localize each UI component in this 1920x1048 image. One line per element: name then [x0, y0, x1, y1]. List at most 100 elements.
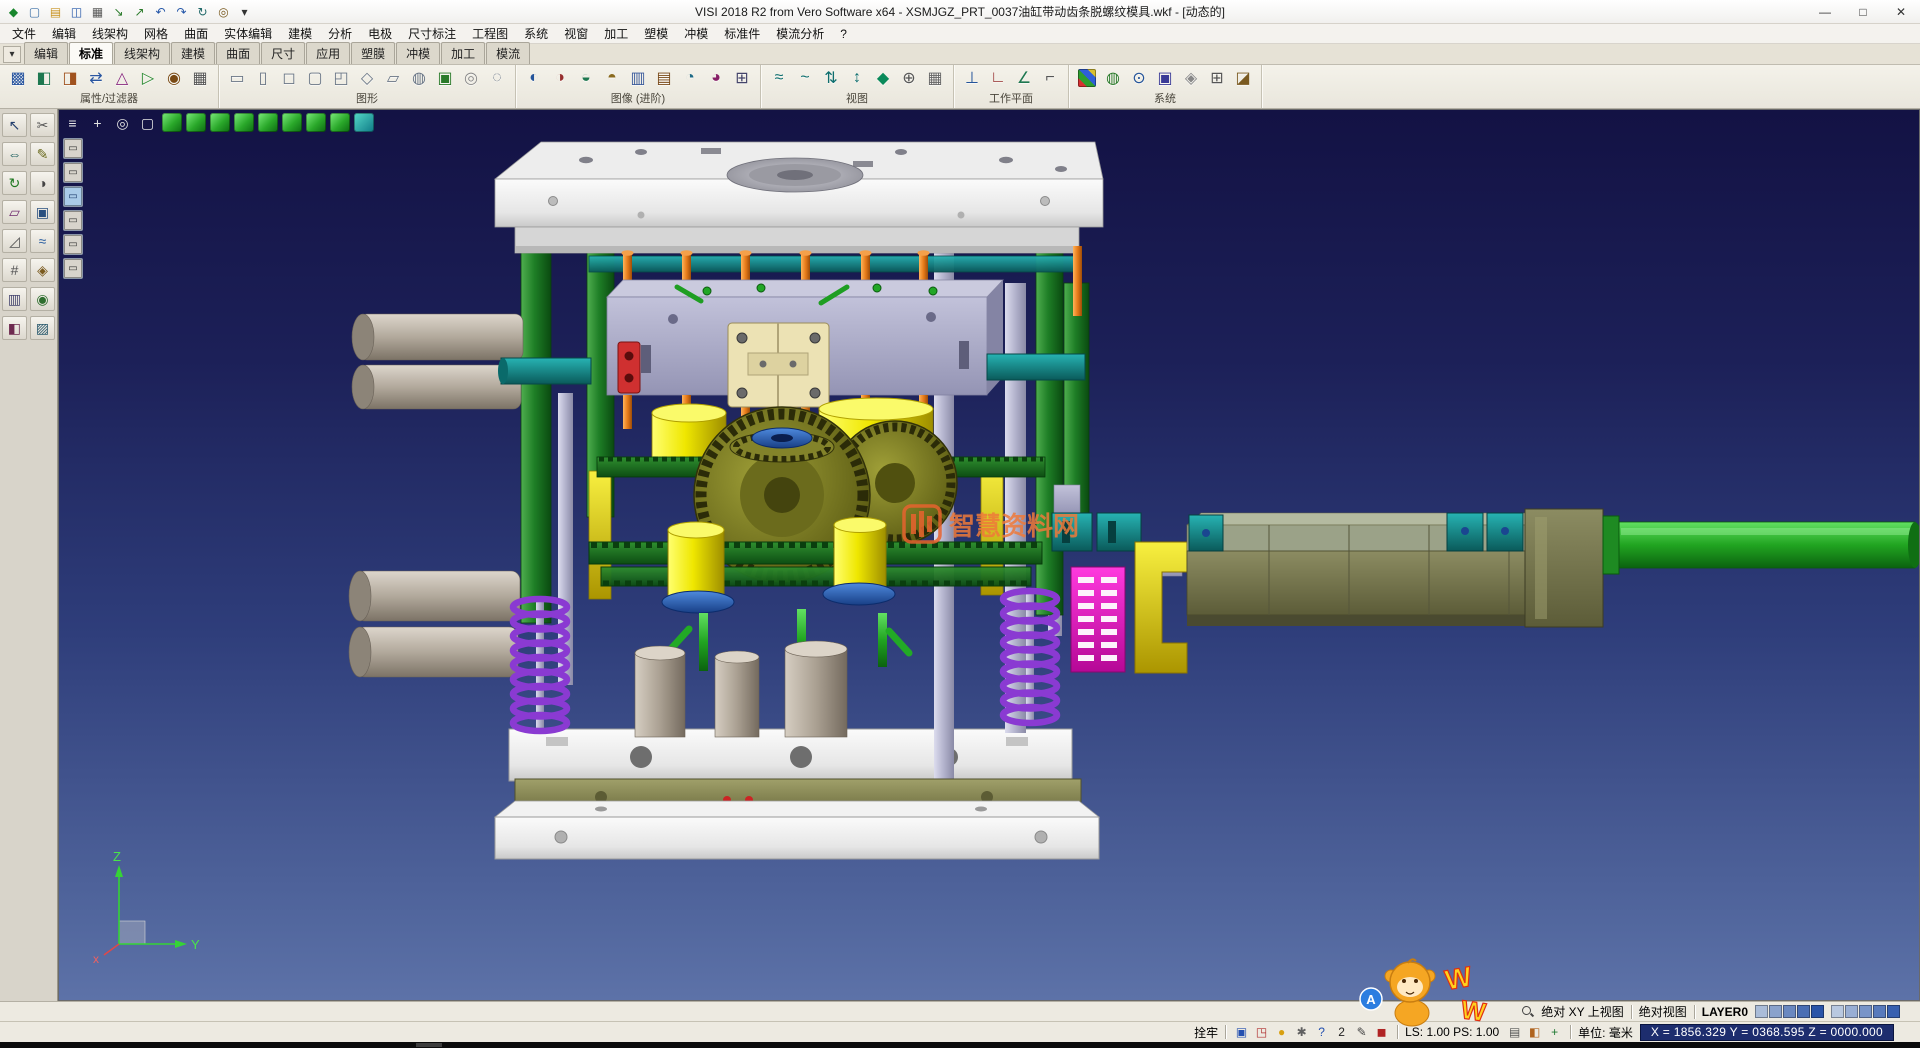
box-icon[interactable]: ▯ — [251, 66, 275, 90]
plane-flip-icon[interactable]: ⌐ — [1038, 66, 1062, 90]
mirror-icon[interactable]: ◑ — [30, 171, 55, 195]
model-hydraulic-rack-arm[interactable] — [1052, 485, 1920, 673]
system-corner-icon[interactable]: ◪ — [1231, 66, 1255, 90]
printer-icon[interactable]: ▤ — [1506, 1024, 1523, 1040]
line-icon[interactable]: ▭ — [225, 66, 249, 90]
system-window-icon[interactable]: ⊞ — [1205, 66, 1229, 90]
menu-item-2[interactable]: 线架构 — [84, 23, 136, 44]
frame-icon[interactable]: ▢ — [303, 66, 327, 90]
app-icon[interactable]: ◆ — [4, 3, 23, 20]
model-support-pillars[interactable] — [635, 641, 847, 737]
window-plus-icon[interactable]: ⊞ — [730, 66, 754, 90]
view-iso-icon[interactable] — [306, 113, 326, 132]
tab-7[interactable]: 塑膜 — [351, 42, 395, 64]
model-racks[interactable] — [589, 542, 1042, 586]
minimize-button[interactable]: — — [1806, 1, 1844, 23]
model-top-rail[interactable] — [589, 256, 1079, 272]
model-side-cylinders[interactable] — [349, 314, 523, 677]
view-back-icon[interactable] — [186, 113, 206, 132]
gear-icon[interactable]: ✱ — [1293, 1024, 1310, 1040]
tab-3[interactable]: 建模 — [171, 42, 215, 64]
vp-btn-3[interactable]: ▭ — [63, 186, 83, 207]
import-icon[interactable]: ↘ — [109, 3, 128, 20]
diamond-view-icon[interactable]: ◆ — [871, 66, 895, 90]
menu-item-18[interactable]: ? — [832, 25, 855, 43]
count-icon[interactable]: 2 — [1333, 1024, 1350, 1040]
measure-icon[interactable]: ◿ — [2, 229, 27, 253]
menu-item-16[interactable]: 标准件 — [716, 23, 768, 44]
color-grid-icon[interactable] — [1078, 69, 1096, 87]
menu-item-4[interactable]: 曲面 — [176, 23, 216, 44]
rotate-icon[interactable]: ↻ — [2, 171, 27, 195]
menu-item-7[interactable]: 分析 — [320, 23, 360, 44]
tab-6[interactable]: 应用 — [306, 42, 350, 64]
edit-icon[interactable]: ✎ — [30, 142, 55, 166]
menu-item-5[interactable]: 实体编辑 — [216, 23, 280, 44]
tab-9[interactable]: 加工 — [441, 42, 485, 64]
axes-icon[interactable]: + — [1546, 1024, 1563, 1040]
view-fit-icon[interactable]: ▢ — [136, 112, 159, 134]
view-menu-icon[interactable]: ≡ — [61, 112, 84, 134]
filter-solids-icon[interactable]: △ — [110, 66, 134, 90]
grid-filter-icon[interactable]: ▦ — [188, 66, 212, 90]
tab-overflow-button[interactable]: ▾ — [3, 46, 21, 63]
filter-faces-icon[interactable]: ◧ — [32, 66, 56, 90]
export-icon[interactable]: ↗ — [130, 3, 149, 20]
close-button[interactable]: ✕ — [1882, 1, 1920, 23]
settings-icon[interactable]: ◎ — [214, 3, 233, 20]
menu-item-11[interactable]: 系统 — [516, 23, 556, 44]
refresh-icon[interactable]: ↻ — [193, 3, 212, 20]
qat-dropdown-icon[interactable]: ▾ — [235, 3, 254, 20]
curve-view-icon[interactable]: ~ — [793, 66, 817, 90]
view-top-icon[interactable] — [258, 113, 278, 132]
menu-item-8[interactable]: 电极 — [360, 23, 400, 44]
red-cube-icon[interactable]: ◼ — [1373, 1024, 1390, 1040]
sphere-icon[interactable]: ◎ — [459, 66, 483, 90]
layer-box-icon[interactable]: ▣ — [30, 200, 55, 224]
save-icon[interactable]: ◫ — [67, 3, 86, 20]
grid-view-icon[interactable]: ▦ — [923, 66, 947, 90]
flag-icon[interactable]: ◳ — [1253, 1024, 1270, 1040]
system-gem-icon[interactable]: ◈ — [1179, 66, 1203, 90]
tab-0[interactable]: 编辑 — [24, 42, 68, 64]
menu-item-10[interactable]: 工程图 — [464, 23, 516, 44]
pencil-icon[interactable]: ✎ — [1353, 1024, 1370, 1040]
lock-icon[interactable]: ▣ — [1233, 1024, 1250, 1040]
shade-bottom-icon[interactable]: ◒ — [574, 66, 598, 90]
tab-4[interactable]: 曲面 — [216, 42, 260, 64]
point-icon[interactable]: ◈ — [30, 258, 55, 282]
new-file-icon[interactable]: ▢ — [25, 3, 44, 20]
attributes-icon[interactable]: ▩ — [6, 66, 30, 90]
hatch-icon[interactable]: ▥ — [2, 287, 27, 311]
view-left-icon[interactable] — [210, 113, 230, 132]
magnifier-icon[interactable] — [1521, 1005, 1534, 1018]
view-right-icon[interactable] — [234, 113, 254, 132]
help-icon[interactable]: ? — [1313, 1024, 1330, 1040]
menu-item-15[interactable]: 冲模 — [676, 23, 716, 44]
cylinder-icon[interactable]: ◍ — [407, 66, 431, 90]
menu-item-9[interactable]: 尺寸标注 — [400, 23, 464, 44]
circle-icon[interactable]: ◌ — [485, 66, 509, 90]
menu-item-1[interactable]: 编辑 — [44, 23, 84, 44]
grid-icon[interactable]: # — [2, 258, 27, 282]
view-shade-icon[interactable] — [354, 113, 374, 132]
plane-rotate-icon[interactable]: ∠ — [1012, 66, 1036, 90]
play-filter-icon[interactable]: ▷ — [136, 66, 160, 90]
menu-item-12[interactable]: 视窗 — [556, 23, 596, 44]
open-file-icon[interactable]: ▤ — [46, 3, 65, 20]
absolute-view-label[interactable]: 绝对视图 — [1639, 1003, 1687, 1020]
tab-2[interactable]: 线架构 — [114, 42, 170, 64]
half-shade-icon[interactable]: ◧ — [2, 316, 27, 340]
three-quarter-icon[interactable]: ◕ — [704, 66, 728, 90]
move-icon[interactable]: ⇔ — [2, 142, 27, 166]
wave-icon[interactable]: ≈ — [767, 66, 791, 90]
vp-btn-5[interactable]: ▭ — [63, 234, 83, 255]
cube-icon[interactable]: ◻ — [277, 66, 301, 90]
menu-item-13[interactable]: 加工 — [596, 23, 636, 44]
fill-icon[interactable]: ◧ — [1526, 1024, 1543, 1040]
model-hinge-block[interactable] — [728, 323, 829, 407]
plane-angle-icon[interactable]: ∟ — [986, 66, 1010, 90]
print-icon[interactable]: ▦ — [88, 3, 107, 20]
tab-5[interactable]: 尺寸 — [261, 42, 305, 64]
tab-10[interactable]: 模流 — [486, 42, 530, 64]
